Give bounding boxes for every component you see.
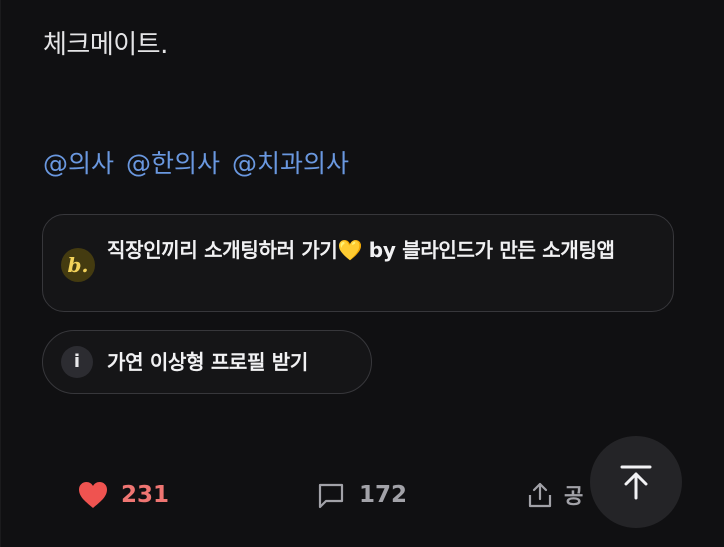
comment-icon bbox=[318, 483, 344, 509]
info-icon: i bbox=[61, 346, 93, 378]
ad-card-text: 직장인끼리 소개팅하러 가기💛 by 블라인드가 만든 소개팅앱 bbox=[107, 235, 615, 266]
tag-list: @의사 @한의사 @치과의사 bbox=[43, 144, 349, 180]
arrow-up-to-top-icon bbox=[620, 465, 652, 500]
share-icon bbox=[528, 482, 552, 508]
tag-korean-medicine-doctor[interactable]: @한의사 bbox=[126, 144, 220, 180]
tag-dentist[interactable]: @치과의사 bbox=[232, 144, 349, 180]
tag-doctor[interactable]: @의사 bbox=[43, 144, 114, 180]
yellow-heart-icon: 💛 bbox=[337, 238, 363, 262]
post-screen: 체크메이트. @의사 @한의사 @치과의사 b. 직장인끼리 소개팅하러 가기💛… bbox=[0, 0, 724, 547]
blind-logo-icon: b. bbox=[61, 248, 95, 282]
share-label: 공 bbox=[564, 484, 584, 508]
scroll-to-top-button[interactable] bbox=[590, 436, 682, 528]
blind-dating-ad-card[interactable]: b. 직장인끼리 소개팅하러 가기💛 by 블라인드가 만든 소개팅앱 bbox=[42, 214, 674, 312]
comment-count: 172 bbox=[359, 482, 408, 508]
ideal-type-profile-card[interactable]: i 가연 이상형 프로필 받기 bbox=[42, 330, 372, 394]
info-card-text: 가연 이상형 프로필 받기 bbox=[107, 349, 308, 374]
like-count: 231 bbox=[121, 482, 170, 508]
comment-button[interactable]: 172 bbox=[317, 470, 407, 520]
post-body-text: 체크메이트. bbox=[43, 30, 168, 60]
like-button[interactable]: 231 bbox=[77, 470, 169, 520]
share-button[interactable]: 공 bbox=[526, 470, 583, 520]
heart-icon bbox=[79, 482, 107, 508]
ad-card-text-main: 직장인끼리 소개팅하러 가기 bbox=[107, 238, 338, 262]
ad-card-text-suffix: by 블라인드가 만든 소개팅앱 bbox=[362, 238, 615, 262]
